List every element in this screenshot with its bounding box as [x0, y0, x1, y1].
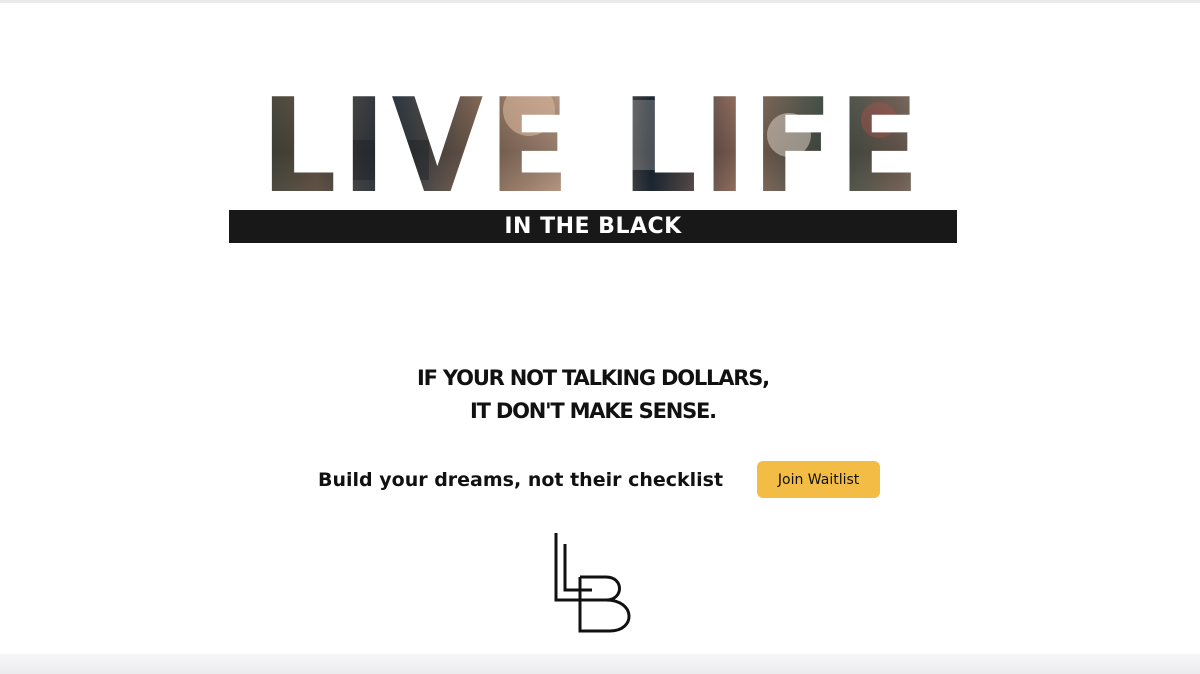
tagline: IF YOUR NOT TALKING DOLLARS, IT DON'T MA…	[0, 362, 1186, 428]
hero-headline-graphic: LIVE LIFE	[261, 80, 925, 200]
join-waitlist-button[interactable]: Join Waitlist	[757, 461, 881, 498]
lb-monogram-icon[interactable]	[552, 530, 634, 636]
hero-headline-text: LIVE LIFE	[261, 80, 925, 200]
hero-banner: LIVE LIFE IN THE BLACK	[229, 80, 957, 244]
bottom-bar	[0, 654, 1200, 674]
tagline-line-1: IF YOUR NOT TALKING DOLLARS,	[417, 366, 770, 390]
top-border	[0, 0, 1200, 3]
cta-row: Build your dreams, not their checklist J…	[318, 461, 881, 498]
hero-band: IN THE BLACK	[229, 210, 957, 243]
landing-page: LIVE LIFE IN THE BLACK IF YOUR NOT TALKI…	[0, 0, 1200, 674]
cta-text: Build your dreams, not their checklist	[318, 468, 724, 491]
tagline-line-2: IT DON'T MAKE SENSE.	[470, 399, 717, 423]
